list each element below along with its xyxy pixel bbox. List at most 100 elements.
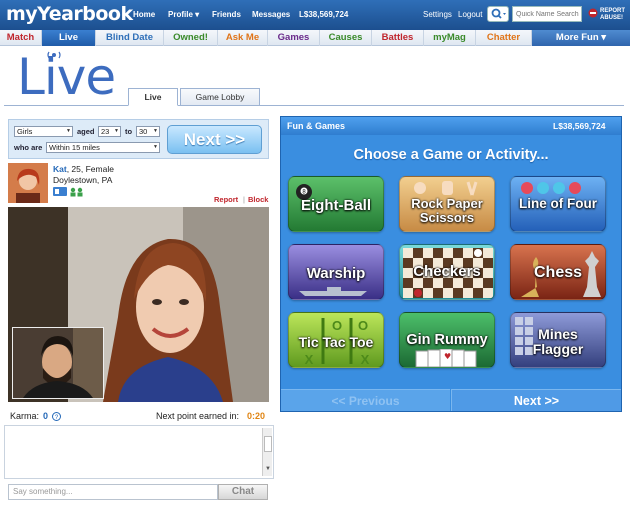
tab-battles[interactable]: Battles xyxy=(372,30,424,46)
tab-chatter-label: Chatter xyxy=(486,32,521,43)
ship-icon xyxy=(299,287,367,296)
tab-blind-date[interactable]: Blind Date xyxy=(96,30,164,46)
game-checkers[interactable]: Checkers xyxy=(399,244,495,300)
games-previous-button[interactable]: << Previous xyxy=(281,389,450,411)
tab-causes-label: Causes xyxy=(328,32,363,43)
tab-games[interactable]: Games xyxy=(268,30,320,46)
age-max-select[interactable]: 30 xyxy=(136,126,160,137)
subtab-live[interactable]: Live xyxy=(128,88,178,106)
karma-value: 0 xyxy=(43,411,49,421)
game-mines-line2: Flagger xyxy=(532,341,584,357)
tab-more-fun[interactable]: More Fun ▾ xyxy=(532,30,630,46)
who-are-label: who are xyxy=(14,143,43,152)
tab-more-fun-label: More Fun ▾ xyxy=(555,32,607,43)
nav-logout[interactable]: Logout xyxy=(458,10,482,19)
subtab-live-label: Live xyxy=(144,92,162,102)
site-logo[interactable]: myYearbook xyxy=(6,3,133,25)
chat-scrollbar[interactable]: ▼ xyxy=(262,428,272,476)
gender-select-value: Girls xyxy=(17,127,33,136)
tab-ask-me[interactable]: Ask Me xyxy=(218,30,268,46)
next-match-button[interactable]: Next >> xyxy=(167,125,262,154)
nav-messages[interactable]: Messages xyxy=(252,10,290,19)
quick-name-search-input[interactable] xyxy=(512,6,582,22)
game-mines-line1: Mines xyxy=(538,326,578,342)
tab-match-label: Match xyxy=(6,32,35,43)
tab-match[interactable]: Match xyxy=(0,30,42,46)
game-checkers-label: Checkers xyxy=(413,263,481,280)
self-video-preview xyxy=(12,327,104,399)
svg-text:X: X xyxy=(361,352,370,366)
search-icon xyxy=(491,8,506,19)
tab-blind-date-label: Blind Date xyxy=(106,32,153,43)
report-abuse-button[interactable]: REPORT ABUSE! xyxy=(588,5,626,25)
tab-live[interactable]: Live xyxy=(42,30,96,46)
header-balance: L$38,569,724 xyxy=(299,10,349,19)
hands-icon xyxy=(414,181,478,196)
game-eight-ball[interactable]: 8 Eight-Ball xyxy=(288,176,384,232)
age-min-value: 23 xyxy=(101,127,110,136)
choose-game-prompt: Choose a Game or Activity... xyxy=(353,147,549,163)
gender-select[interactable]: Girls xyxy=(14,126,73,137)
age-min-select[interactable]: 23 xyxy=(98,126,121,137)
game-tic-tac-toe[interactable]: O O X X Tic Tac Toe xyxy=(288,312,384,368)
tab-games-label: Games xyxy=(277,32,310,43)
game-line-of-four[interactable]: Line of Four xyxy=(510,176,606,232)
game-line-of-four-label: Line of Four xyxy=(519,196,597,211)
tab-ask-me-label: Ask Me xyxy=(225,32,260,43)
tab-owned-label: Owned! xyxy=(173,32,208,43)
profile-name[interactable]: Kat xyxy=(53,164,67,174)
age-max-value: 30 xyxy=(139,127,148,136)
nav-profile[interactable]: Profile ▾ xyxy=(168,10,199,19)
tab-owned[interactable]: Owned! xyxy=(164,30,218,46)
profile-avatar[interactable] xyxy=(8,163,48,203)
game-warship[interactable]: Warship xyxy=(288,244,384,300)
nav-settings[interactable]: Settings xyxy=(423,10,452,19)
report-abuse-line2: ABUSE! xyxy=(600,15,624,21)
self-video-image xyxy=(13,328,103,398)
profile-details: , 25, Female xyxy=(66,164,114,174)
subtab-game-lobby[interactable]: Game Lobby xyxy=(180,88,260,106)
scroll-down-icon[interactable]: ▼ xyxy=(265,466,271,472)
game-mines-flagger[interactable]: Mines Flagger xyxy=(510,312,606,368)
game-chess[interactable]: Chess xyxy=(510,244,606,300)
nav-home[interactable]: Home xyxy=(133,10,155,19)
avatar-photo xyxy=(8,163,48,203)
games-panel-title: Fun & Games xyxy=(287,121,346,131)
game-rps-line1: Rock Paper xyxy=(411,196,483,211)
tab-chatter[interactable]: Chatter xyxy=(476,30,532,46)
svg-text:X: X xyxy=(305,352,314,366)
game-gin-rummy-label: Gin Rummy xyxy=(406,332,488,348)
game-gin-rummy[interactable]: Gin Rummy ♥ xyxy=(399,312,495,368)
next-point-label: Next point earned in: xyxy=(156,411,240,421)
help-icon[interactable]: ? xyxy=(52,412,61,421)
live-logo: Live xyxy=(17,48,116,106)
games-next-button[interactable]: Next >> xyxy=(451,389,621,411)
tab-causes[interactable]: Causes xyxy=(320,30,372,46)
report-user-link[interactable]: Report xyxy=(214,195,238,204)
game-warship-label: Warship xyxy=(306,265,366,282)
karma-label: Karma: xyxy=(10,411,40,421)
search-button[interactable] xyxy=(487,6,509,22)
game-eight-ball-label: Eight-Ball xyxy=(301,197,371,214)
svg-text:O: O xyxy=(332,318,342,333)
stop-icon xyxy=(588,8,598,18)
chat-message-input[interactable]: Say something... xyxy=(8,484,218,500)
game-tic-tac-toe-label: Tic Tac Toe xyxy=(298,334,374,350)
svg-text:O: O xyxy=(358,318,368,333)
distance-select[interactable]: Within 15 miles xyxy=(46,142,160,153)
tab-live-label: Live xyxy=(58,32,78,43)
chat-send-button[interactable]: Chat xyxy=(218,484,268,500)
tab-mymag[interactable]: myMag xyxy=(424,30,476,46)
aged-label: aged xyxy=(77,127,95,136)
block-user-link[interactable]: Block xyxy=(248,195,268,204)
to-label: to xyxy=(125,127,133,136)
svg-text:♥: ♥ xyxy=(444,352,451,361)
distance-select-value: Within 15 miles xyxy=(49,143,100,152)
profile-name-line: Kat, 25, Female xyxy=(53,164,114,174)
nav-friends[interactable]: Friends xyxy=(212,10,241,19)
chat-log[interactable] xyxy=(4,425,274,479)
tab-battles-label: Battles xyxy=(381,32,414,43)
profile-location: Doylestown, PA xyxy=(53,175,113,185)
scrollbar-thumb[interactable] xyxy=(264,436,272,452)
game-rock-paper-scissors[interactable]: Rock Paper Scissors xyxy=(399,176,495,232)
